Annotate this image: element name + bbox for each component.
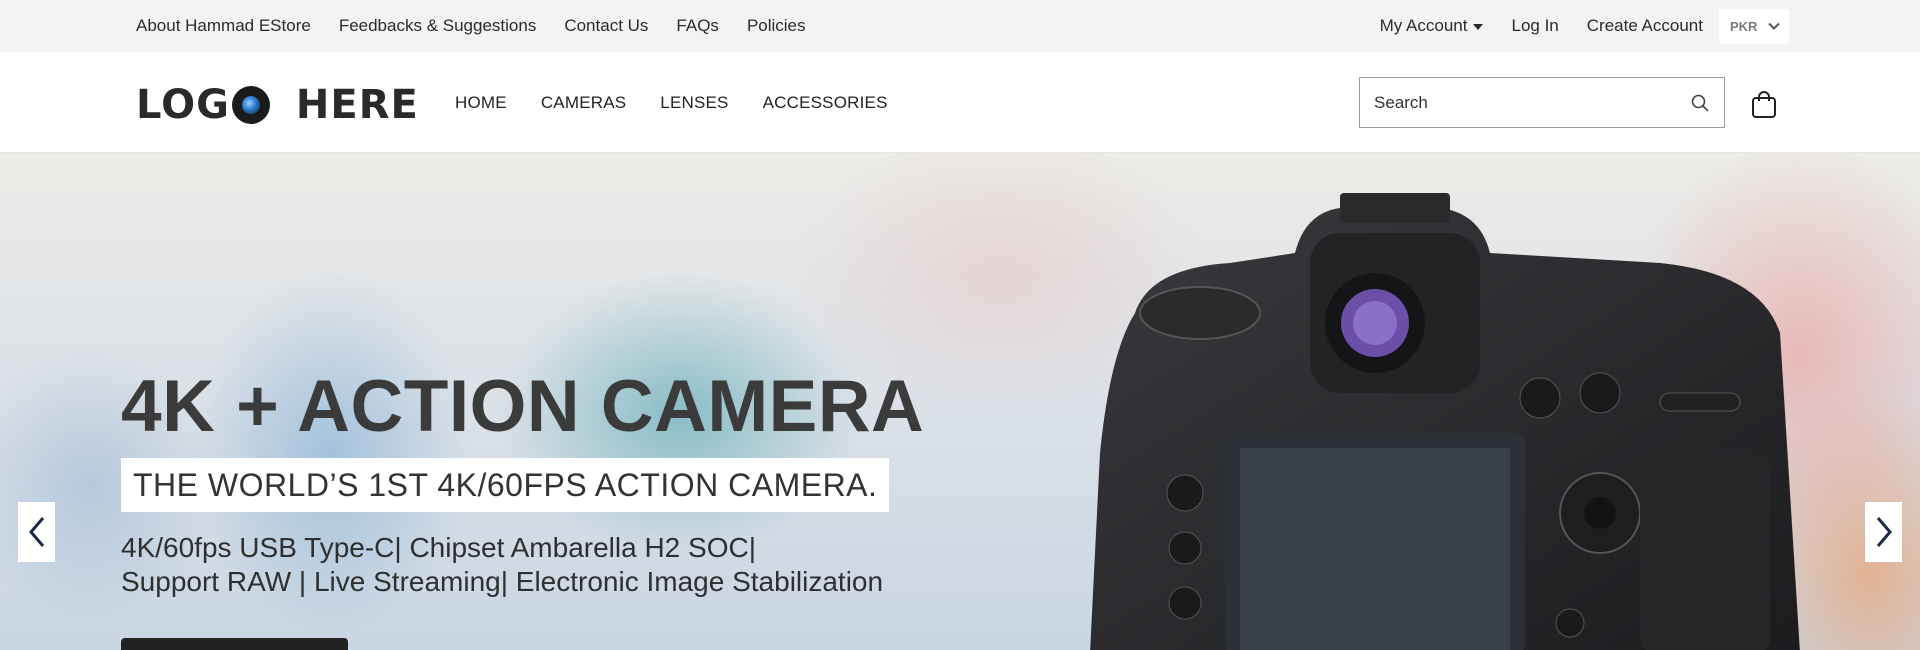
hero-desc-line-2: Support RAW | Live Streaming| Electronic… [121, 566, 884, 597]
hero-cta-button[interactable] [121, 638, 348, 650]
nav-home[interactable]: HOME [455, 93, 507, 113]
top-links-right: My Account Log In Create Account PKR [1380, 0, 1789, 52]
link-policies[interactable]: Policies [747, 16, 806, 36]
hero-tagline: THE WORLD’S 1ST 4K/60FPS ACTION CAMERA. [133, 466, 878, 503]
login-link[interactable]: Log In [1511, 16, 1558, 36]
top-utility-bar: About Hammad EStore Feedbacks & Suggesti… [0, 0, 1920, 52]
my-account-dropdown[interactable]: My Account [1380, 16, 1484, 36]
chevron-left-icon [28, 517, 44, 547]
nav-lenses[interactable]: LENSES [660, 93, 728, 113]
hero-tagline-box: THE WORLD’S 1ST 4K/60FPS ACTION CAMERA. [121, 458, 890, 512]
link-contact[interactable]: Contact Us [564, 16, 648, 36]
main-nav: HOME CAMERAS LENSES ACCESSORIES [455, 52, 888, 153]
link-feedbacks[interactable]: Feedbacks & Suggestions [339, 16, 537, 36]
site-logo[interactable]: LOG HERE [136, 85, 419, 125]
shopping-bag-icon[interactable] [1751, 91, 1777, 119]
nav-cameras[interactable]: CAMERAS [541, 93, 626, 113]
search-box [1359, 77, 1725, 128]
currency-select[interactable]: PKR [1719, 8, 1789, 44]
caret-down-icon [1473, 24, 1484, 30]
slider-next-button[interactable] [1865, 502, 1902, 562]
nav-accessories[interactable]: ACCESSORIES [763, 93, 888, 113]
camera-image [1090, 193, 1800, 650]
hero-description: 4K/60fps USB Type-C| Chipset Ambarella H… [121, 531, 883, 599]
hero-title: 4K + ACTION CAMERA [121, 366, 925, 447]
main-header: LOG HERE HOME CAMERAS LENSES ACCESSORIES [0, 52, 1920, 153]
link-faqs[interactable]: FAQs [676, 16, 719, 36]
hero-slider: 4K + ACTION CAMERA THE WORLD’S 1ST 4K/60… [0, 153, 1920, 650]
search-input[interactable] [1374, 92, 1690, 113]
logo-text-right: HERE [295, 82, 419, 128]
hero-desc-line-1: 4K/60fps USB Type-C| Chipset Ambarella H… [121, 532, 756, 563]
logo-text-left: LOG [136, 82, 230, 128]
chevron-down-icon [1768, 22, 1780, 30]
create-account-link[interactable]: Create Account [1587, 16, 1703, 36]
top-links-left: About Hammad EStore Feedbacks & Suggesti… [136, 0, 806, 52]
search-icon[interactable] [1690, 93, 1710, 113]
link-about[interactable]: About Hammad EStore [136, 16, 311, 36]
my-account-label: My Account [1379, 16, 1468, 35]
chevron-right-icon [1876, 517, 1892, 547]
currency-value: PKR [1730, 18, 1758, 34]
slider-prev-button[interactable] [18, 502, 55, 562]
camera-lens-icon [231, 86, 270, 124]
